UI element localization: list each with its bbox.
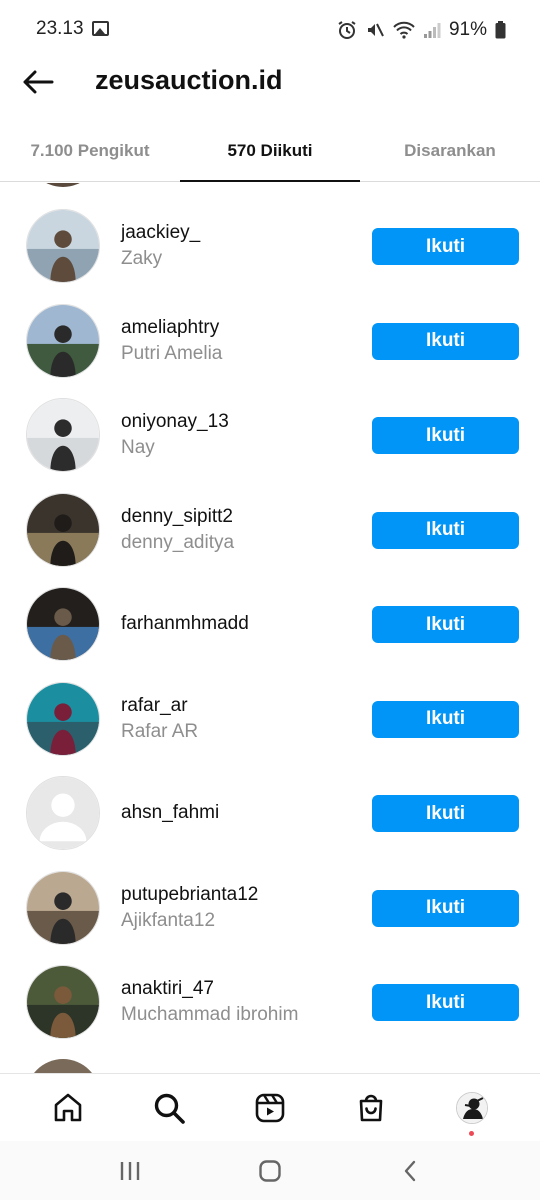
follow-button[interactable]: Ikuti [372, 606, 519, 643]
full-name: denny_aditya [121, 531, 235, 553]
image-notification-icon [92, 21, 109, 36]
full-name: Zaky [121, 248, 163, 269]
home-icon [55, 1093, 82, 1121]
avatar[interactable] [26, 870, 100, 945]
status-bar: 23.13 91% [0, 0, 540, 60]
list-item[interactable]: farhanmhmadd Ikuti [0, 563, 540, 661]
bottom-nav [0, 1073, 540, 1141]
wifi-icon [393, 21, 415, 39]
list-item[interactable]: putupebrianta12 Ajikfanta12 Ikuti [0, 847, 540, 945]
follow-button[interactable]: Ikuti [372, 984, 519, 1021]
username[interactable]: rafar_ar [121, 693, 361, 719]
battery-percentage: 91% [448, 19, 487, 40]
avatar[interactable] [26, 965, 100, 1039]
username[interactable]: ahsn_fahmi [121, 800, 361, 826]
system-home-icon [259, 1159, 281, 1182]
avatar[interactable] [26, 398, 100, 472]
status-time: 23.13 [36, 18, 84, 39]
list-item[interactable]: anaktiri_47 Muchammad ibrohim Ikuti [0, 941, 540, 1039]
system-home-button[interactable] [240, 1146, 300, 1196]
username[interactable]: anaktiri_47 [121, 976, 361, 1002]
system-back-button[interactable] [380, 1146, 440, 1196]
tab-suggested[interactable]: Disarankan [360, 122, 540, 180]
status-icons: 91% [337, 16, 506, 44]
follow-button[interactable]: Ikuti [372, 417, 519, 454]
avatar[interactable] [26, 776, 100, 850]
list-item[interactable]: oniyonay_13 Nay Ikuti [0, 374, 540, 472]
search-icon [154, 1093, 185, 1124]
signal-icon [423, 23, 441, 38]
system-back-icon [404, 1160, 416, 1181]
nav-reels[interactable] [240, 1078, 300, 1138]
recents-button[interactable] [100, 1146, 160, 1196]
battery-icon [495, 21, 506, 39]
avatar[interactable] [26, 492, 100, 567]
back-button[interactable] [18, 64, 58, 100]
follow-button[interactable]: Ikuti [372, 511, 519, 549]
notification-dot [468, 1130, 474, 1136]
list-item[interactable]: ameliaphtry Putri Amelia Ikuti [0, 280, 540, 378]
avatar[interactable] [26, 587, 100, 661]
nav-home[interactable] [38, 1078, 98, 1138]
avatar[interactable] [26, 1059, 100, 1073]
tab-bar: 7.100 Pengikut 570 Diikuti Disarankan [0, 122, 540, 182]
header: zeusauction.id [0, 52, 540, 112]
username[interactable]: jaackiey_ [121, 220, 361, 246]
list-item[interactable]: jaackiey_ Zaky Ikuti [0, 185, 540, 283]
user-names[interactable]: anaktiri_47 Muchammad ibrohim [121, 941, 361, 1063]
follow-button[interactable]: Ikuti [372, 322, 519, 360]
recents-icon [120, 1161, 140, 1180]
full-name: Nay [121, 437, 155, 458]
following-list[interactable]: jaackiey_ Zaky Ikuti ameliaphtry Putri Ameli… [0, 183, 540, 1073]
alarm-icon [338, 21, 356, 39]
nav-search[interactable] [139, 1078, 199, 1138]
full-name: Putri Amelia [121, 342, 223, 364]
nav-profile[interactable] [442, 1078, 502, 1138]
follow-button[interactable]: Ikuti [372, 795, 519, 832]
mute-icon [367, 23, 384, 37]
list-item[interactable]: rafar_ar Rafar AR Ikuti [0, 658, 540, 756]
tab-following[interactable]: 570 Diikuti [180, 122, 360, 182]
shop-icon [359, 1094, 383, 1121]
profile-icon [455, 1091, 488, 1124]
follow-button[interactable]: Ikuti [372, 700, 519, 738]
system-nav [0, 1141, 540, 1200]
username[interactable]: ameliaphtry [121, 315, 361, 341]
list-item[interactable]: ahsn_fahmi Ikuti [0, 752, 540, 850]
username[interactable]: putupebrianta12 [121, 882, 361, 908]
full-name: Rafar AR [121, 720, 199, 742]
full-name: Muchammad ibrohim [121, 1004, 299, 1025]
page-title: zeusauction.id [95, 65, 283, 95]
username[interactable]: oniyonay_13 [121, 409, 361, 435]
follow-button[interactable]: Ikuti [372, 889, 519, 927]
avatar[interactable] [26, 681, 100, 756]
nav-shop[interactable] [341, 1078, 401, 1138]
follow-button[interactable]: Ikuti [372, 228, 519, 265]
list-item[interactable]: denny_sipitt2 denny_aditya Ikuti [0, 469, 540, 567]
avatar[interactable] [26, 209, 100, 283]
username[interactable]: denny_sipitt2 [121, 504, 361, 530]
tab-followers[interactable]: 7.100 Pengikut [0, 122, 180, 180]
arrow-left-icon [23, 70, 54, 94]
username[interactable]: farhanmhmadd [121, 611, 361, 637]
reels-icon [255, 1093, 285, 1122]
full-name: Ajikfanta12 [121, 909, 216, 931]
avatar[interactable] [26, 303, 100, 378]
